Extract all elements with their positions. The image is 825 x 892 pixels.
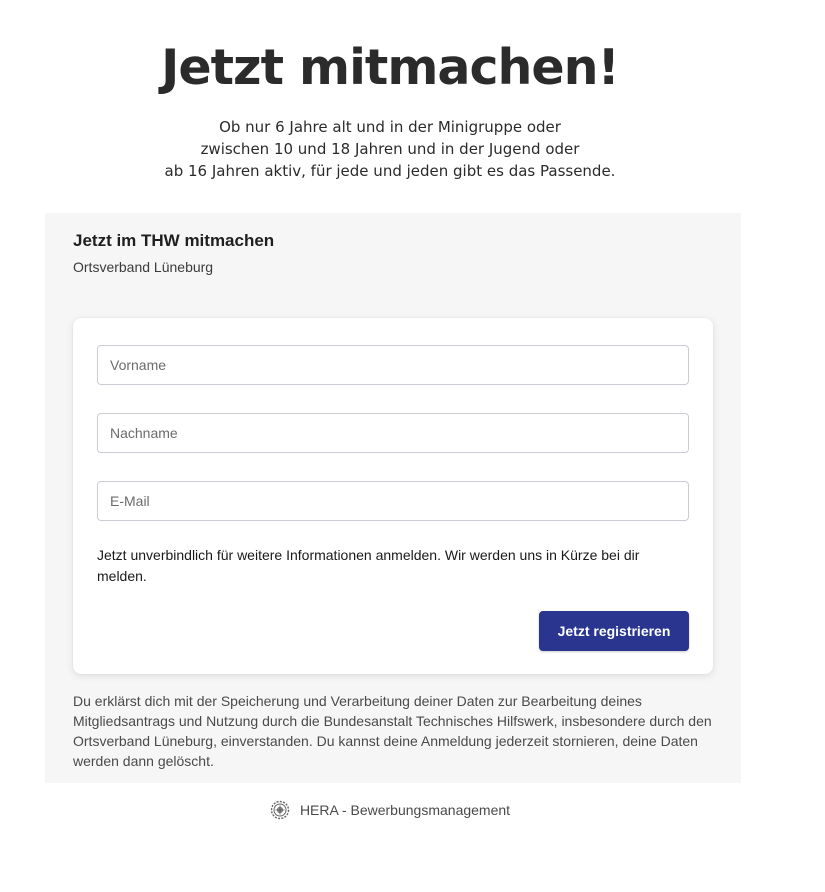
hero-subtitle-line: Ob nur 6 Jahre alt und in der Minigruppe… <box>219 118 561 136</box>
first-name-input[interactable] <box>97 345 689 385</box>
consent-text: Du erklärst dich mit der Speicherung und… <box>73 693 712 769</box>
hero-subtitle-line: zwischen 10 und 18 Jahren und in der Jug… <box>200 140 580 158</box>
last-name-input[interactable] <box>97 413 689 453</box>
form-info-text: Jetzt unverbindlich für weitere Informat… <box>97 547 640 584</box>
registration-form-card: Jetzt unverbindlich für weitere Informat… <box>73 318 713 674</box>
email-input[interactable] <box>97 481 689 521</box>
form-title: Jetzt im THW mitmachen <box>73 231 275 250</box>
footer-label: HERA - Bewerbungsmanagement <box>299 802 511 818</box>
page-title: Jetzt mitmachen! <box>161 39 620 96</box>
gear-emblem-icon <box>270 800 290 820</box>
registration-panel: Jetzt im THW mitmachen Ortsverband Lüneb… <box>45 213 741 783</box>
hero-subtitle-line: ab 16 Jahren aktiv, für jede und jeden g… <box>164 162 616 180</box>
register-button[interactable]: Jetzt registrieren <box>539 611 689 651</box>
hero-subtitle: Ob nur 6 Jahre alt und in der Minigruppe… <box>0 116 780 182</box>
footer: HERA - Bewerbungsmanagement <box>0 800 780 820</box>
form-subtitle: Ortsverband Lüneburg <box>73 259 214 275</box>
